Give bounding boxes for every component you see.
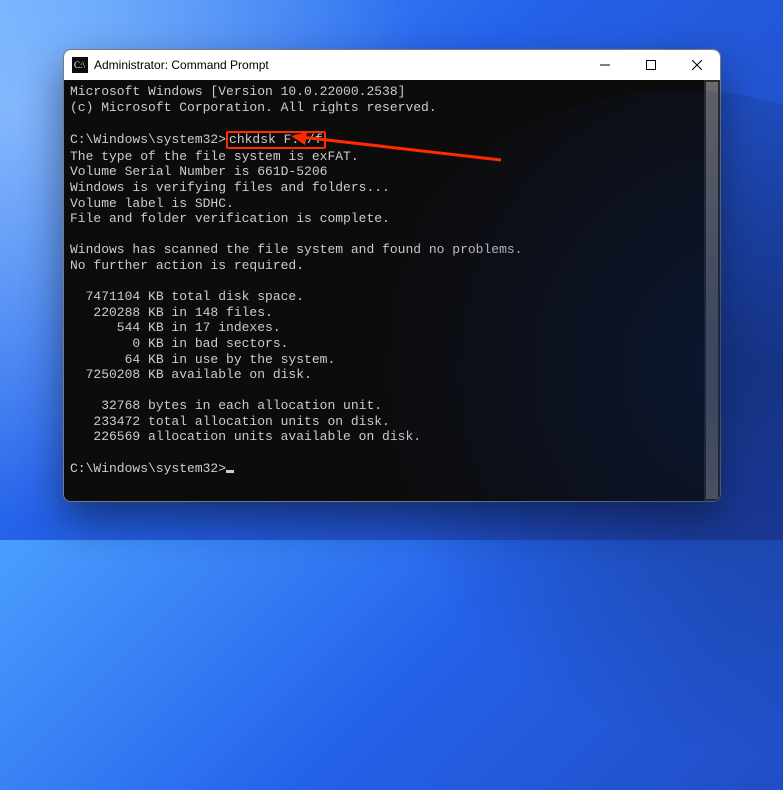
maximize-button[interactable] — [628, 50, 674, 80]
output-line: The type of the file system is exFAT. — [70, 149, 359, 164]
stat-line: 32768 bytes in each allocation unit. — [70, 398, 382, 413]
command-prompt-window: C:\ Administrator: Command Prompt Micros… — [63, 49, 721, 502]
output-line: Windows has scanned the file system and … — [70, 242, 522, 257]
titlebar[interactable]: C:\ Administrator: Command Prompt — [64, 50, 720, 80]
chkdsk-command-highlight: chkdsk F: /f — [226, 131, 326, 149]
stat-line: 0 KB in bad sectors. — [70, 336, 288, 351]
prompt-path: C:\Windows\system32> — [70, 461, 226, 476]
output-line: Volume label is SDHC. — [70, 196, 234, 211]
stat-line: 64 KB in use by the system. — [70, 352, 335, 367]
copyright-line: (c) Microsoft Corporation. All rights re… — [70, 100, 437, 115]
minimize-button[interactable] — [582, 50, 628, 80]
typed-command: chkdsk F: /f — [229, 132, 323, 147]
svg-text:C:\: C:\ — [74, 60, 86, 70]
stat-line: 544 KB in 17 indexes. — [70, 320, 281, 335]
stat-line: 7250208 KB available on disk. — [70, 367, 312, 382]
window-title: Administrator: Command Prompt — [94, 58, 269, 72]
close-button[interactable] — [674, 50, 720, 80]
stat-line: 233472 total allocation units on disk. — [70, 414, 390, 429]
output-line: No further action is required. — [70, 258, 304, 273]
output-line: Volume Serial Number is 661D-5206 — [70, 164, 327, 179]
output-line: File and folder verification is complete… — [70, 211, 390, 226]
stat-line: 220288 KB in 148 files. — [70, 305, 273, 320]
stat-line: 226569 allocation units available on dis… — [70, 429, 421, 444]
prompt-path: C:\Windows\system32> — [70, 132, 226, 147]
stat-line: 7471104 KB total disk space. — [70, 289, 304, 304]
terminal-output[interactable]: Microsoft Windows [Version 10.0.22000.25… — [64, 80, 720, 501]
output-line: Windows is verifying files and folders..… — [70, 180, 390, 195]
text-cursor — [226, 470, 234, 473]
scrollbar[interactable] — [704, 80, 720, 501]
scrollbar-thumb[interactable] — [706, 82, 718, 499]
cmd-icon: C:\ — [72, 57, 88, 73]
version-line: Microsoft Windows [Version 10.0.22000.25… — [70, 84, 405, 99]
